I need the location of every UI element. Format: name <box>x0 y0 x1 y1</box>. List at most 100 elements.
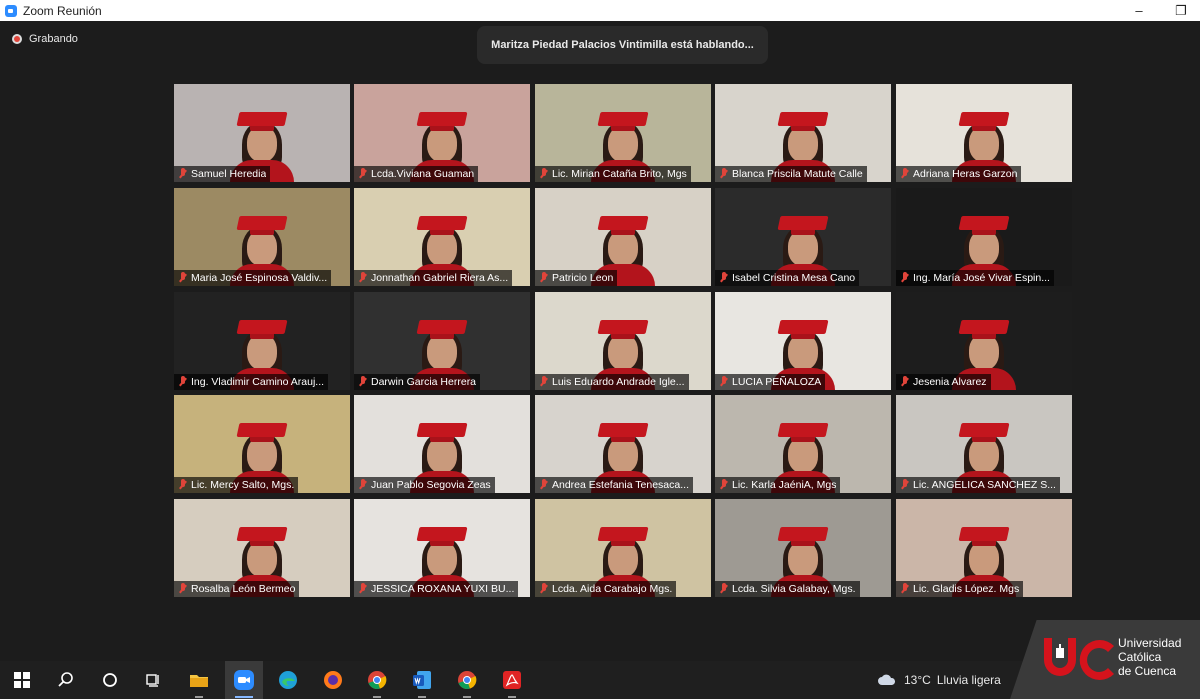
taskbar-zoom-button[interactable] <box>225 661 263 699</box>
mic-muted-icon <box>178 583 188 595</box>
participant-tile[interactable]: JESSICA ROXANA YUXI BU... <box>354 499 530 597</box>
taskbar-chrome-button[interactable] <box>358 661 396 699</box>
participant-name-bar: Lic. ANGELICA SANCHEZ S... <box>896 477 1060 493</box>
participant-name-bar: Rosalba León Bermeo <box>174 581 300 597</box>
participant-tile[interactable]: Lic. Karla JaéniA, Mgs <box>715 395 891 493</box>
chrome-icon <box>457 670 477 690</box>
participant-name: Maria José Espinosa Valdiv... <box>191 272 328 284</box>
firefox-icon <box>323 670 343 690</box>
participant-tile[interactable]: Blanca Priscila Matute Calle <box>715 84 891 182</box>
zoom-icon <box>234 670 254 690</box>
participant-tile[interactable]: LUCIA PEÑALOZA <box>715 292 891 390</box>
graduation-cap-icon <box>958 423 1010 437</box>
participant-tile[interactable]: Jesenia Alvarez <box>896 292 1072 390</box>
taskbar-chrome-button[interactable] <box>448 661 486 699</box>
mic-muted-icon <box>719 376 729 388</box>
file-explorer-icon <box>189 672 209 688</box>
graduation-cap-icon <box>597 320 649 334</box>
graduation-cap-icon <box>236 527 288 541</box>
participant-tile[interactable]: Lcda. Silvia Galabay, Mgs. <box>715 499 891 597</box>
participant-name-bar: Lic. Gladis López. Mgs <box>896 581 1024 597</box>
participant-name: Ing. Vladimir Camino Arauj... <box>191 376 325 388</box>
participant-tile[interactable]: Isabel Cristina Mesa Cano <box>715 188 891 286</box>
participant-name-bar: Lic. Mercy Salto, Mgs. <box>174 477 299 493</box>
participant-name: Lic. ANGELICA SANCHEZ S... <box>913 479 1056 491</box>
participant-tile[interactable]: Andrea Estefania Tenesaca... <box>535 395 711 493</box>
restore-button[interactable]: ❐ <box>1166 0 1196 21</box>
mic-muted-icon <box>719 272 729 284</box>
participant-tile[interactable]: Darwin Garcia Herrera <box>354 292 530 390</box>
participant-tile[interactable]: Ing. María José Vivar Espin... <box>896 188 1072 286</box>
participant-name-bar: Jonnathan Gabriel Riera As... <box>354 270 513 286</box>
participant-name: Juan Pablo Segovia Zeas <box>371 479 491 491</box>
participant-tile[interactable]: Lic. Gladis López. Mgs <box>896 499 1072 597</box>
participant-tile[interactable]: Juan Pablo Segovia Zeas <box>354 395 530 493</box>
mic-muted-icon <box>539 479 549 491</box>
participant-tile[interactable]: Lic. Mercy Salto, Mgs. <box>174 395 350 493</box>
participant-name: LUCIA PEÑALOZA <box>732 376 822 388</box>
recording-label: Grabando <box>29 33 78 45</box>
participant-tile[interactable]: Lcda.Viviana Guaman <box>354 84 530 182</box>
participant-tile[interactable]: Luis Eduardo Andrade Igle... <box>535 292 711 390</box>
mic-muted-icon <box>539 376 549 388</box>
graduation-cap-icon <box>597 216 649 230</box>
participant-name-bar: Blanca Priscila Matute Calle <box>715 166 867 182</box>
participant-name: Adriana Heras Garzon <box>913 168 1018 180</box>
participant-name-bar: LUCIA PEÑALOZA <box>715 374 826 390</box>
participant-name-bar: Luis Eduardo Andrade Igle... <box>535 374 689 390</box>
participant-tile[interactable]: Lic. ANGELICA SANCHEZ S... <box>896 395 1072 493</box>
mic-muted-icon <box>900 479 910 491</box>
participant-tile[interactable]: Patricio Leon <box>535 188 711 286</box>
participant-name: Andrea Estefania Tenesaca... <box>552 479 689 491</box>
participant-tile[interactable]: Ing. Vladimir Camino Arauj... <box>174 292 350 390</box>
participant-tile[interactable]: Adriana Heras Garzon <box>896 84 1072 182</box>
graduation-cap-icon <box>597 423 649 437</box>
participant-tile[interactable]: Jonnathan Gabriel Riera As... <box>354 188 530 286</box>
participant-name-bar: Ing. María José Vivar Espin... <box>896 270 1054 286</box>
mic-muted-icon <box>358 376 368 388</box>
mic-muted-icon <box>358 272 368 284</box>
active-speaker-banner: Maritza Piedad Palacios Vintimilla está … <box>477 26 768 64</box>
minimize-button[interactable]: – <box>1124 0 1154 21</box>
taskbar-firefox-button[interactable] <box>314 661 352 699</box>
cortana-icon <box>102 672 118 688</box>
taskbar-windows-start-button[interactable] <box>3 661 41 699</box>
participant-name: Ing. María José Vivar Espin... <box>913 272 1050 284</box>
cloud-icon <box>878 674 896 685</box>
taskbar-task-view-button[interactable] <box>134 661 172 699</box>
mic-muted-icon <box>178 376 188 388</box>
mic-muted-icon <box>178 272 188 284</box>
participant-name: Jonnathan Gabriel Riera As... <box>371 272 509 284</box>
chrome-icon <box>367 670 387 690</box>
mic-muted-icon <box>719 168 729 180</box>
university-name-line3: de Cuenca <box>1118 664 1177 678</box>
taskbar-edge-button[interactable] <box>269 661 307 699</box>
taskbar-acrobat-button[interactable] <box>493 661 531 699</box>
weather-widget[interactable]: 13°C Lluvia ligera <box>878 661 1001 699</box>
graduation-cap-icon <box>958 527 1010 541</box>
taskbar-cortana-button[interactable] <box>91 661 129 699</box>
participant-tile[interactable]: Lcda. Aida Carabajo Mgs. <box>535 499 711 597</box>
taskbar-file-explorer-button[interactable] <box>180 661 218 699</box>
taskbar-word-button[interactable] <box>403 661 441 699</box>
recording-indicator[interactable]: Grabando <box>12 33 78 45</box>
mic-muted-icon <box>539 168 549 180</box>
participant-name: Blanca Priscila Matute Calle <box>732 168 863 180</box>
participant-name-bar: Jesenia Alvarez <box>896 374 991 390</box>
uc-logo-icon <box>1044 638 1114 680</box>
mic-muted-icon <box>900 583 910 595</box>
participant-tile[interactable]: Maria José Espinosa Valdiv... <box>174 188 350 286</box>
taskbar-search-button[interactable] <box>47 661 85 699</box>
participant-name-bar: Maria José Espinosa Valdiv... <box>174 270 332 286</box>
task-view-icon <box>145 672 161 688</box>
word-icon <box>412 670 432 690</box>
participant-tile[interactable]: Rosalba León Bermeo <box>174 499 350 597</box>
participant-name-bar: Samuel Heredia <box>174 166 271 182</box>
participant-name: Isabel Cristina Mesa Cano <box>732 272 856 284</box>
participant-tile[interactable]: Lic. Mirian Cataña Brito, Mgs <box>535 84 711 182</box>
edge-icon <box>278 670 298 690</box>
participant-name-bar: JESSICA ROXANA YUXI BU... <box>354 581 519 597</box>
mic-muted-icon <box>900 168 910 180</box>
participant-tile[interactable]: Samuel Heredia <box>174 84 350 182</box>
mic-muted-icon <box>358 583 368 595</box>
